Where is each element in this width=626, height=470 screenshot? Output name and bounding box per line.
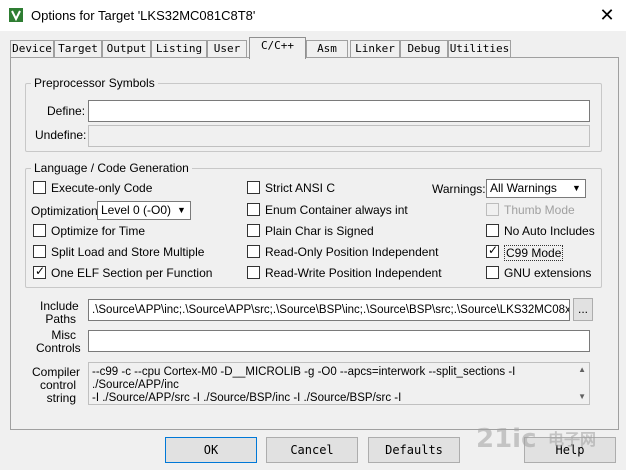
include-paths-browse-button[interactable]: ... <box>573 298 593 321</box>
tab-linker[interactable]: Linker <box>350 40 400 58</box>
split-load-label: Split Load and Store Multiple <box>51 245 205 259</box>
warnings-select[interactable]: All Warnings ▼ <box>486 179 586 198</box>
keil-app-icon <box>8 7 24 23</box>
include-paths-label: Include Paths <box>40 299 79 326</box>
plain-char-checkbox[interactable] <box>247 224 260 237</box>
ro-position-independent-label: Read-Only Position Independent <box>265 245 439 259</box>
optimization-select[interactable]: Level 0 (-O0) ▼ <box>97 201 191 220</box>
gnu-extensions-checkbox[interactable] <box>486 266 499 279</box>
language-group-label: Language / Code Generation <box>31 161 192 175</box>
cancel-button[interactable]: Cancel <box>266 437 358 463</box>
preprocessor-group-label: Preprocessor Symbols <box>31 76 158 90</box>
tab-c-cpp[interactable]: C/C++ <box>249 37 306 59</box>
tab-utilities[interactable]: Utilities <box>448 40 511 58</box>
no-auto-includes-checkbox[interactable] <box>486 224 499 237</box>
warnings-label: Warnings: <box>432 182 486 196</box>
ok-button[interactable]: OK <box>165 437 257 463</box>
title-bar: Options for Target 'LKS32MC081C8T8' ✕ <box>0 0 626 31</box>
tab-user[interactable]: User <box>207 40 247 58</box>
compiler-control-line-2: -I ./Source/APP/src -I ./Source/BSP/inc … <box>92 392 402 404</box>
compiler-control-textarea: --c99 -c --cpu Cortex-M0 -D__MICROLIB -g… <box>88 362 590 405</box>
chevron-down-icon: ▼ <box>572 183 581 193</box>
optimization-value: Level 0 (-O0) <box>101 203 172 217</box>
tab-debug[interactable]: Debug <box>400 40 448 58</box>
tab-listing[interactable]: Listing <box>151 40 207 58</box>
watermark-cn: 电子网 <box>548 430 597 449</box>
strict-ansi-checkbox[interactable] <box>247 181 260 194</box>
c99-mode-checkbox[interactable] <box>486 243 499 258</box>
warnings-value: All Warnings <box>490 181 557 195</box>
execute-only-checkbox[interactable] <box>33 181 46 194</box>
tab-target[interactable]: Target <box>54 40 102 58</box>
define-label: Define: <box>47 104 86 118</box>
compiler-control-line-1: --c99 -c --cpu Cortex-M0 -D__MICROLIB -g… <box>92 366 516 391</box>
no-auto-includes-label: No Auto Includes <box>504 224 595 238</box>
undefine-input <box>88 125 590 147</box>
thumb-mode-label: Thumb Mode <box>504 203 575 217</box>
optimize-time-label: Optimize for Time <box>51 224 146 238</box>
include-paths-input[interactable]: .\Source\APP\inc;.\Source\APP\src;.\Sour… <box>88 299 570 321</box>
misc-controls-input[interactable] <box>88 330 590 352</box>
misc-controls-label: Misc Controls <box>36 328 81 355</box>
enum-container-checkbox[interactable] <box>247 203 260 216</box>
rw-position-independent-label: Read-Write Position Independent <box>265 266 442 280</box>
close-icon[interactable]: ✕ <box>596 5 618 25</box>
tab-device[interactable]: Device <box>10 40 54 58</box>
c99-mode-label: C99 Mode <box>504 245 564 261</box>
enum-container-label: Enum Container always int <box>265 203 408 217</box>
one-elf-label: One ELF Section per Function <box>51 266 213 280</box>
tab-strip: Device Target Output Listing User C/C++ … <box>10 37 620 59</box>
execute-only-label: Execute-only Code <box>51 181 153 195</box>
optimization-label: Optimization: <box>31 204 102 218</box>
define-input[interactable] <box>88 100 590 122</box>
plain-char-label: Plain Char is Signed <box>265 224 374 238</box>
optimize-time-checkbox[interactable] <box>33 224 46 237</box>
tab-asm[interactable]: Asm <box>306 40 348 58</box>
thumb-mode-checkbox <box>486 203 499 216</box>
rw-position-independent-checkbox[interactable] <box>247 266 260 279</box>
chevron-down-icon: ▼ <box>177 205 186 215</box>
compiler-control-label: Compiler control string <box>32 365 81 405</box>
strict-ansi-label: Strict ANSI C <box>265 181 336 195</box>
tab-output[interactable]: Output <box>102 40 151 58</box>
one-elf-checkbox[interactable] <box>33 264 46 279</box>
split-load-checkbox[interactable] <box>33 245 46 258</box>
undefine-label: Undefine: <box>35 128 87 142</box>
ro-position-independent-checkbox[interactable] <box>247 245 260 258</box>
scroll-up-icon[interactable]: ▲ <box>578 365 586 374</box>
watermark-logo: 21ic <box>476 424 537 454</box>
window-title: Options for Target 'LKS32MC081C8T8' <box>31 8 256 23</box>
gnu-extensions-label: GNU extensions <box>504 266 592 280</box>
scroll-down-icon[interactable]: ▼ <box>578 392 586 401</box>
defaults-button[interactable]: Defaults <box>368 437 460 463</box>
